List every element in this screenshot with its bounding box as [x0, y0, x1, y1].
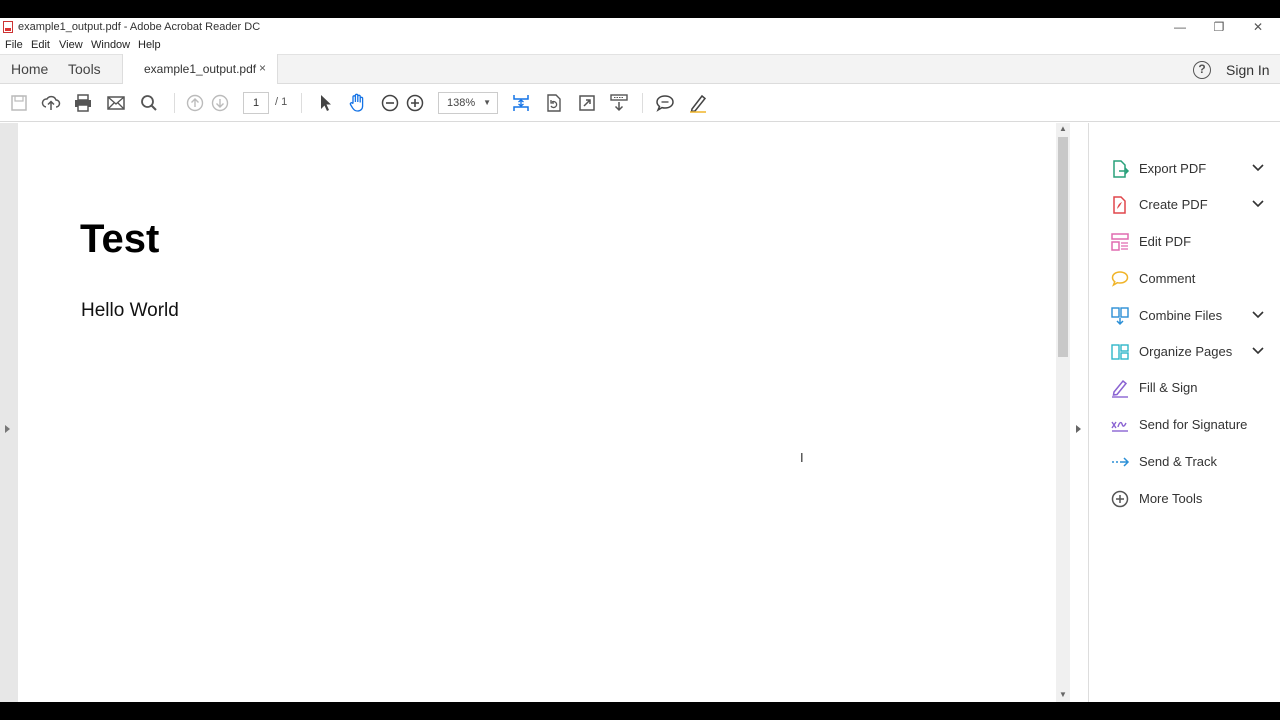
- scroll-down-icon[interactable]: ▼: [1059, 690, 1067, 699]
- zoom-in-icon[interactable]: [404, 92, 426, 114]
- tool-label: Create PDF: [1139, 197, 1208, 212]
- tool-export-pdf[interactable]: Export PDF: [1089, 154, 1280, 184]
- tool-send-for-signature[interactable]: Send for Signature: [1089, 410, 1280, 440]
- left-pane-toggle-icon[interactable]: [5, 425, 10, 433]
- menu-window[interactable]: Window: [91, 39, 130, 51]
- document-viewer[interactable]: Test Hello World I: [0, 123, 1070, 702]
- send-track-icon: [1110, 452, 1130, 472]
- document-body-text: Hello World: [81, 300, 179, 321]
- chevron-down-icon[interactable]: [1251, 343, 1265, 357]
- print-icon[interactable]: [72, 92, 94, 114]
- toolbar-separator: [301, 93, 302, 113]
- rotate-icon[interactable]: [543, 92, 565, 114]
- title-bar: example1_output.pdf - Adobe Acrobat Read…: [0, 18, 1280, 37]
- close-tab-icon[interactable]: ×: [259, 61, 266, 75]
- create-pdf-icon: [1110, 195, 1130, 215]
- tool-label: Organize Pages: [1139, 344, 1233, 359]
- chevron-down-icon: ▼: [483, 98, 491, 107]
- tool-fill-sign[interactable]: Fill & Sign: [1089, 373, 1280, 403]
- tab-document[interactable]: example1_output.pdf ×: [122, 54, 278, 85]
- menu-file[interactable]: File: [5, 39, 23, 51]
- export-pdf-icon: [1110, 159, 1130, 179]
- edit-pdf-icon: [1110, 232, 1130, 252]
- select-arrow-icon[interactable]: [314, 92, 336, 114]
- vertical-scrollbar[interactable]: ▲ ▼: [1056, 123, 1070, 702]
- tool-label: More Tools: [1139, 491, 1203, 506]
- help-icon[interactable]: ?: [1193, 61, 1211, 79]
- pdf-file-icon: [3, 21, 13, 33]
- tool-more-tools[interactable]: More Tools: [1089, 484, 1280, 514]
- chevron-down-icon[interactable]: [1251, 160, 1265, 174]
- page-up-icon[interactable]: [184, 92, 206, 114]
- tool-label: Edit PDF: [1139, 234, 1192, 249]
- zoom-out-icon[interactable]: [379, 92, 401, 114]
- tool-organize-pages[interactable]: Organize Pages: [1089, 337, 1280, 367]
- pdf-page[interactable]: Test Hello World I: [18, 123, 1056, 702]
- restore-button[interactable]: ❐: [1204, 19, 1234, 35]
- page-down-icon[interactable]: [209, 92, 231, 114]
- fit-page-icon[interactable]: [510, 92, 532, 114]
- text-cursor-icon: I: [800, 450, 804, 465]
- page-number-input[interactable]: 1: [243, 92, 269, 114]
- menu-edit[interactable]: Edit: [31, 39, 50, 51]
- tab-home[interactable]: Home: [11, 61, 48, 77]
- fill-sign-icon: [1110, 378, 1130, 398]
- tab-bar: Home Tools example1_output.pdf × ? Sign …: [0, 54, 1280, 85]
- acrobat-window: example1_output.pdf - Adobe Acrobat Read…: [0, 18, 1280, 702]
- tab-tools[interactable]: Tools: [68, 61, 101, 77]
- save-icon[interactable]: [8, 92, 30, 114]
- combine-files-icon: [1110, 306, 1130, 326]
- zoom-level-value: 138%: [447, 97, 476, 109]
- menu-bar: File Edit View Window Help: [0, 37, 1280, 54]
- sign-in-button[interactable]: Sign In: [1226, 62, 1270, 78]
- hand-icon[interactable]: [346, 92, 368, 114]
- menu-view[interactable]: View: [59, 39, 83, 51]
- right-pane-toggle-icon[interactable]: [1076, 425, 1081, 433]
- toolbar-separator: [174, 93, 175, 113]
- organize-pages-icon: [1110, 342, 1130, 362]
- tool-label: Send for Signature: [1139, 417, 1248, 432]
- send-signature-icon: [1110, 415, 1130, 435]
- minimize-button[interactable]: —: [1165, 19, 1195, 35]
- toolbar: 1 / 1 138% ▼: [0, 84, 1280, 122]
- more-tools-icon: [1110, 489, 1130, 509]
- tool-comment[interactable]: Comment: [1089, 264, 1280, 294]
- scroll-mode-icon[interactable]: [608, 92, 630, 114]
- tool-label: Comment: [1139, 271, 1196, 286]
- comment-icon: [1110, 269, 1130, 289]
- toolbar-separator: [642, 93, 643, 113]
- page-total: / 1: [275, 96, 288, 108]
- email-icon[interactable]: [105, 92, 127, 114]
- document-tab-label: example1_output.pdf: [144, 62, 257, 76]
- close-button[interactable]: ✕: [1243, 19, 1273, 35]
- tool-label: Send & Track: [1139, 454, 1218, 469]
- tool-label: Fill & Sign: [1139, 380, 1198, 395]
- tool-create-pdf[interactable]: Create PDF: [1089, 190, 1280, 220]
- window-title: example1_output.pdf - Adobe Acrobat Read…: [18, 21, 261, 33]
- full-screen-icon[interactable]: [576, 92, 598, 114]
- zoom-level-dropdown[interactable]: 138% ▼: [438, 92, 498, 114]
- comment-icon[interactable]: [654, 92, 676, 114]
- tool-send-track[interactable]: Send & Track: [1089, 447, 1280, 477]
- tools-pane: Export PDF Create PDF Edit PDF Comment C…: [1088, 123, 1280, 702]
- upload-icon[interactable]: [40, 92, 62, 114]
- scroll-up-icon[interactable]: ▲: [1059, 124, 1067, 133]
- tool-edit-pdf[interactable]: Edit PDF: [1089, 227, 1280, 257]
- highlight-pen-icon[interactable]: [687, 92, 709, 114]
- document-heading: Test: [80, 217, 160, 261]
- tool-label: Export PDF: [1139, 161, 1207, 176]
- tool-label: Combine Files: [1139, 308, 1223, 323]
- tool-combine-files[interactable]: Combine Files: [1089, 301, 1280, 331]
- search-icon[interactable]: [138, 92, 160, 114]
- chevron-down-icon[interactable]: [1251, 196, 1265, 210]
- menu-help[interactable]: Help: [138, 39, 161, 51]
- chevron-down-icon[interactable]: [1251, 307, 1265, 321]
- scrollbar-thumb[interactable]: [1058, 137, 1068, 357]
